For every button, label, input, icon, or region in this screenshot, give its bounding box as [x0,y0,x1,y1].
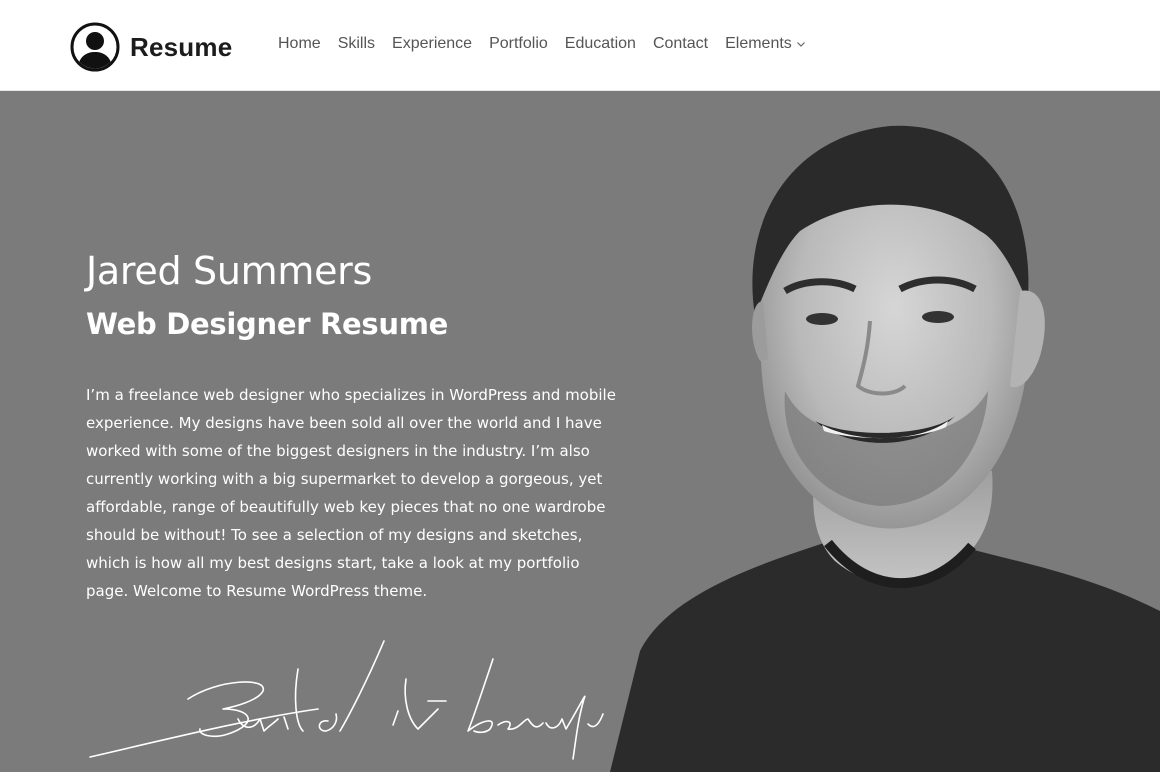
site-logo[interactable]: Resume [70,22,232,72]
hero-name: Jared Summers [86,249,372,293]
user-avatar-icon [70,22,120,72]
chevron-down-icon [796,42,805,47]
site-header: Resume Home Skills Experience Portfolio … [0,0,1160,91]
nav-item-skills[interactable]: Skills [338,35,375,53]
hero-section: Jared Summers Web Designer Resume I’m a … [0,91,1160,772]
hero-bio: I’m a freelance web designer who special… [86,386,616,600]
nav-item-elements-label: Elements [725,35,792,52]
nav-item-elements[interactable]: Elements [725,35,806,53]
nav-item-home[interactable]: Home [278,35,321,53]
portrait-photo [610,125,1160,772]
nav-item-education[interactable]: Education [565,35,636,53]
nav-item-experience[interactable]: Experience [392,35,472,53]
logo-text: Resume [130,31,233,62]
signature-image [89,640,604,760]
nav-item-portfolio[interactable]: Portfolio [489,35,548,53]
main-navigation: Home Skills Experience Portfolio Educati… [278,35,823,53]
hero-subtitle: Web Designer Resume [86,307,448,341]
nav-item-contact[interactable]: Contact [653,35,708,53]
